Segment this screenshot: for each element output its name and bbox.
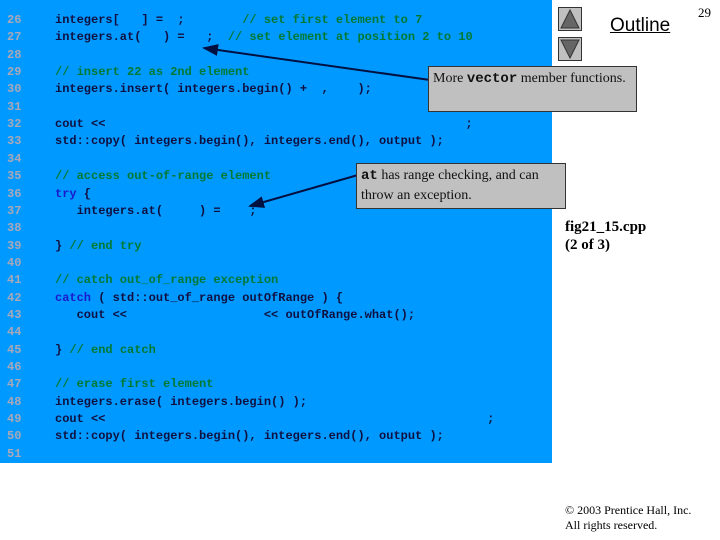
arrow-at [248, 174, 359, 208]
previous-slide-button[interactable] [558, 7, 582, 31]
outline-link[interactable]: Outline [610, 15, 670, 37]
arrow-vector [202, 44, 431, 81]
file-label: fig21_15.cpp (2 of 3) [565, 218, 646, 254]
page-number: 29 [698, 5, 711, 20]
file-name: fig21_15.cpp [565, 219, 647, 235]
callout-text: More [433, 71, 467, 86]
callout-text: has range checking, and can throw an exc… [361, 168, 539, 203]
callout-at-range-checking: at has range checking, and can throw an … [356, 163, 566, 209]
copyright-line: All rights reserved. [565, 518, 658, 532]
callout-code: at [361, 168, 378, 184]
copyright: © 2003 Prentice Hall, Inc. All rights re… [565, 503, 691, 533]
file-part: (2 of 3) [565, 237, 610, 253]
callout-vector-members: More vector member functions. [428, 66, 637, 112]
next-slide-button[interactable] [558, 37, 582, 61]
callout-text: member functions. [517, 71, 626, 86]
callout-code: vector [466, 71, 518, 87]
triangle-down-icon [560, 39, 580, 60]
copyright-line: © 2003 Prentice Hall, Inc. [565, 503, 692, 517]
triangle-up-icon [560, 8, 580, 29]
